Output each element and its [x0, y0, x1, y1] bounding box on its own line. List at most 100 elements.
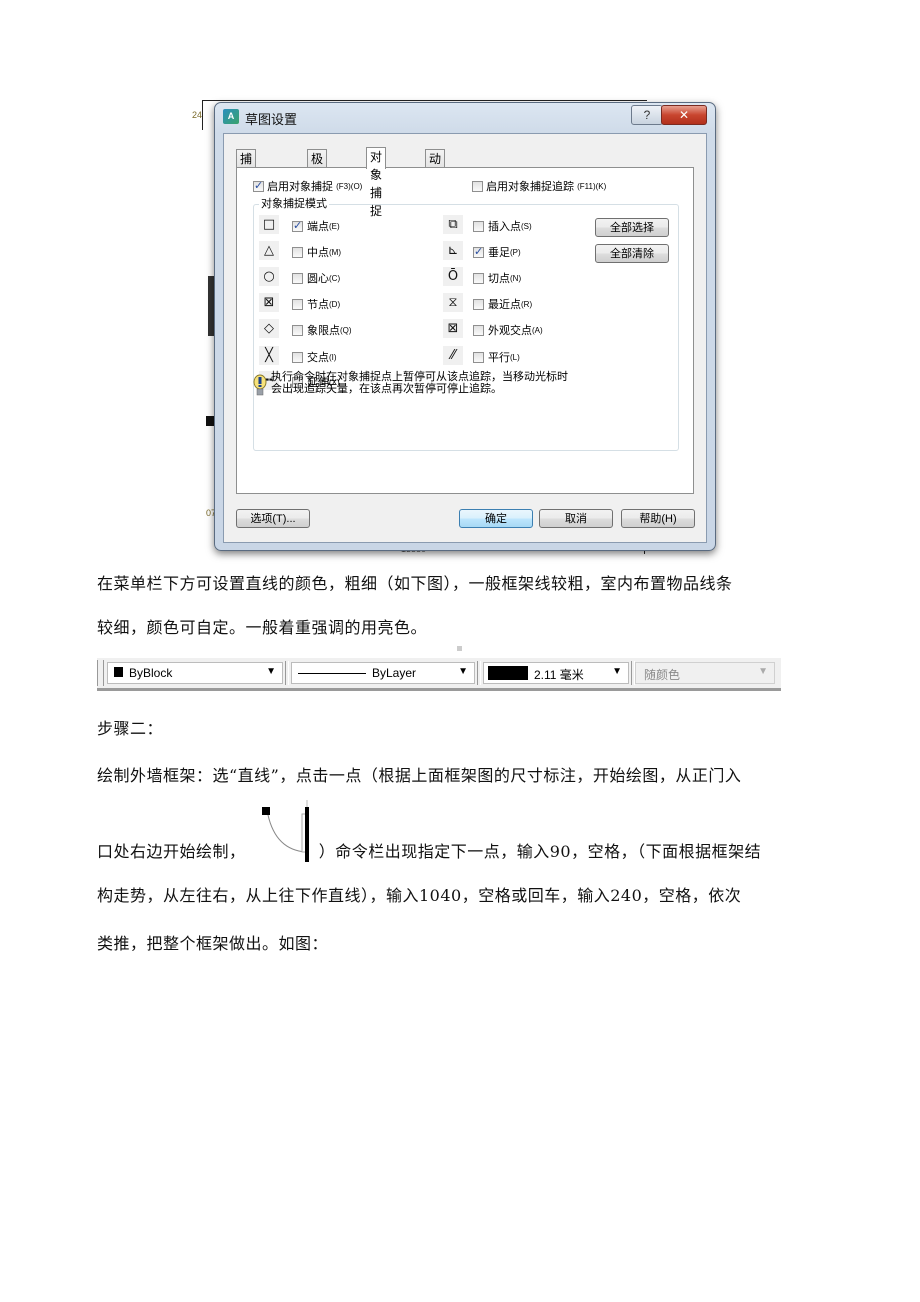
snap-mode-label: 中点 [307, 247, 329, 259]
shortcut-key: (S) [521, 222, 532, 231]
lightbulb-info-icon [253, 374, 267, 396]
toolbar-grip[interactable] [97, 660, 104, 686]
node-icon: ⊠ [259, 293, 279, 312]
paragraph-line: 较细，颜色可自定。一般着重强调的用亮色。 [97, 618, 428, 637]
checkbox[interactable] [473, 220, 484, 232]
help-button[interactable]: 帮助(H) [621, 509, 695, 528]
snap-mode-label: 圆心 [307, 273, 329, 285]
insertion-icon: ⧉ [443, 215, 463, 234]
text-segment: ）命令栏出现指定下一点，输入90，空格，（下面根据框架结 [318, 842, 762, 861]
checkbox[interactable] [292, 219, 303, 232]
tab-snap-grid[interactable]: 捕捉和栅格 [236, 149, 257, 238]
dialog-title-bar[interactable]: A 草图设置 ? ✕ [215, 103, 715, 129]
snap-mode-label: 交点 [307, 352, 329, 364]
info-text: 执行命令时在对象捕捉点上暂停可从该点追踪，当移动光标时 会出现追踪矢量，在该点再… [271, 371, 568, 395]
info-line: 会出现追踪矢量，在该点再次暂停可停止追踪。 [271, 383, 502, 395]
linetype-dropdown[interactable]: ByLayer ▼ [291, 662, 475, 684]
midpoint-icon: △ [259, 241, 279, 260]
shortcut-key: (P) [510, 248, 521, 257]
checkbox[interactable] [292, 298, 303, 310]
plotstyle-dropdown[interactable]: 随颜色 ▼ [635, 662, 775, 684]
paragraph-line: 类推，把整个框架做出。如图： [97, 934, 329, 953]
color-dropdown[interactable]: ByBlock ▼ [107, 662, 283, 684]
object-snap-panel: 启用对象捕捉 (F3)(O) 启用对象捕捉追踪 (F11)(K) 对象捕捉模式 … [236, 167, 694, 494]
checkbox[interactable] [473, 272, 484, 284]
close-icon: ✕ [678, 108, 690, 122]
tab-object-snap[interactable]: 对象捕捉 [366, 147, 387, 218]
lineweight-dropdown[interactable]: 2.11 毫米 ▼ [483, 662, 629, 684]
color-swatch [114, 667, 123, 677]
snap-mode-perpendicular[interactable]: 垂足(P) [473, 244, 521, 260]
cancel-button[interactable]: 取消 [539, 509, 613, 528]
perpendicular-icon: ⊾ [443, 241, 463, 260]
ok-button[interactable]: 确定 [459, 509, 533, 528]
close-button[interactable]: ✕ [661, 105, 707, 125]
tab-dynamic-input[interactable]: 动态输入 [425, 149, 446, 220]
lineweight-value: 2.11 毫米 [534, 668, 584, 682]
paragraph-line: 绘制外墙框架：选“直线”，点击一点（根据上面框架图的尺寸标注，开始绘图，从正门入 [97, 766, 742, 785]
checkbox[interactable] [472, 180, 483, 192]
checkbox[interactable] [292, 351, 303, 363]
shortcut-key: (A) [532, 326, 543, 335]
checkbox[interactable] [473, 324, 484, 336]
snap-mode-center[interactable]: 圆心(C) [292, 270, 340, 286]
snap-mode-intersection[interactable]: 交点(I) [292, 349, 337, 365]
shortcut-key: (N) [510, 274, 522, 283]
snap-mode-tangent[interactable]: 切点(N) [473, 270, 521, 286]
shortcut-key: (M) [329, 248, 341, 257]
center-icon: ○ [259, 267, 279, 286]
snap-mode-endpoint[interactable]: 端点(E) [292, 218, 340, 234]
checkbox[interactable] [253, 179, 264, 192]
properties-toolbar: ByBlock ▼ ByLayer ▼ 2.11 毫米 ▼ 随颜色 ▼ [97, 658, 781, 691]
drafting-settings-dialog: A 草图设置 ? ✕ 捕捉和栅格 极轴追踪 对象捕捉 动态输入 启用对象捕捉 (… [214, 102, 716, 551]
snap-mode-midpoint[interactable]: 中点(M) [292, 244, 341, 260]
shortcut-hint: (F3)(O) [336, 182, 363, 191]
checkbox[interactable] [292, 246, 303, 258]
snap-mode-apparent-intersection[interactable]: 外观交点(A) [473, 322, 543, 338]
enable-tracking-checkbox[interactable]: 启用对象捕捉追踪 (F11)(K) [472, 178, 606, 194]
separator [285, 661, 289, 685]
snap-mode-parallel[interactable]: 平行(L) [473, 349, 520, 365]
checkbox-label: 启用对象捕捉 [267, 181, 334, 193]
shortcut-key: (R) [521, 300, 533, 309]
clear-all-button[interactable]: 全部清除 [595, 244, 669, 263]
chevron-down-icon: ▼ [266, 666, 276, 677]
options-button[interactable]: 选项(T)... [236, 509, 310, 528]
info-line: 执行命令时在对象捕捉点上暂停可从该点追踪，当移动光标时 [271, 371, 568, 383]
tab-polar-tracking[interactable]: 极轴追踪 [307, 149, 328, 220]
checkbox[interactable] [292, 324, 303, 336]
snap-mode-insertion[interactable]: 插入点(S) [473, 218, 532, 234]
checkbox-label: 启用对象捕捉追踪 [486, 181, 575, 193]
help-title-button[interactable]: ? [631, 105, 663, 125]
checkbox[interactable] [292, 272, 303, 284]
lineweight-preview [488, 666, 528, 680]
color-value: ByBlock [129, 666, 173, 680]
snap-mode-label: 切点 [488, 273, 510, 285]
snap-mode-quadrant[interactable]: 象限点(Q) [292, 322, 352, 338]
endpoint-icon: □ [259, 215, 279, 234]
door-symbol-icon [262, 800, 309, 862]
shortcut-key: (D) [329, 300, 341, 309]
snap-mode-nearest[interactable]: 最近点(R) [473, 296, 532, 312]
select-all-button[interactable]: 全部选择 [595, 218, 669, 237]
snap-mode-label: 外观交点 [488, 325, 532, 337]
paragraph-line: 口处右边开始绘制， ）命令栏出现指定下一点，输入90，空格，（下面根据框架结 [97, 838, 761, 862]
dimension-label: 24 [192, 110, 203, 120]
shortcut-key: (I) [329, 353, 337, 362]
snap-mode-label: 象限点 [307, 325, 340, 337]
shortcut-key: (C) [329, 274, 341, 283]
apparent-intersection-icon: ⊠ [443, 319, 463, 338]
enable-osnap-checkbox[interactable]: 启用对象捕捉 (F3)(O) [253, 178, 362, 194]
group-title: 对象捕捉模式 [259, 195, 329, 211]
shortcut-key: (L) [510, 353, 520, 362]
tangent-icon: Ō [443, 267, 463, 286]
checkbox[interactable] [473, 245, 484, 258]
autocad-icon: A [223, 109, 239, 124]
dialog-title: 草图设置 [245, 112, 298, 127]
parallel-icon: ⁄⁄ [443, 346, 463, 365]
dimension-line [202, 100, 647, 101]
linetype-preview [298, 673, 366, 674]
checkbox[interactable] [473, 298, 484, 310]
checkbox[interactable] [473, 351, 484, 363]
snap-mode-node[interactable]: 节点(D) [292, 296, 340, 312]
